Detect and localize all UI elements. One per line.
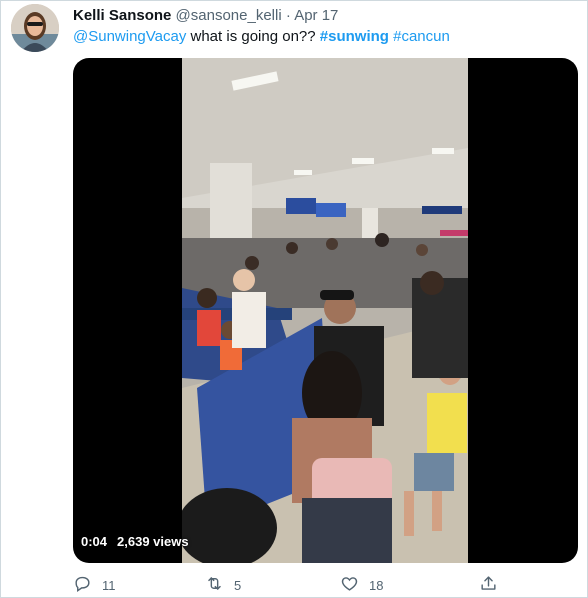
share-button[interactable] [479,574,498,596]
tweet-text-body: what is going on?? [186,28,320,45]
retweet-button[interactable]: 5 [205,574,241,596]
separator-dot: · [285,7,291,24]
avatar[interactable] [11,4,59,52]
video-views: 2,639 views [117,534,189,549]
reply-icon [73,574,92,596]
video-time: 0:04 [81,534,108,549]
video-overlay: 0:04 2,639 views [81,534,189,549]
share-icon [479,574,498,596]
tweet-date[interactable]: Apr 17 [294,7,338,24]
tweet-header: Kelli Sansone @sansone_kelli · Apr 17 [73,6,338,26]
reply-button[interactable]: 11 [73,574,116,596]
tweet-text: @SunwingVacay what is going on?? #sunwin… [73,27,450,47]
like-button[interactable]: 18 [340,574,383,596]
hashtag-cancun[interactable]: #cancun [393,28,450,45]
like-icon [340,574,359,596]
like-count: 18 [369,577,384,593]
hashtag-sunwing[interactable]: #sunwing [320,28,389,45]
retweet-icon [205,574,224,596]
tweet-actions: 11 5 18 [73,574,578,596]
video-frame [182,58,468,563]
video-player[interactable]: 0:04 2,639 views [73,58,578,563]
author-handle[interactable]: @sansone_kelli [176,7,282,24]
mention-link[interactable]: @SunwingVacay [73,28,186,45]
author-name[interactable]: Kelli Sansone [73,7,171,24]
reply-count: 11 [102,577,116,593]
retweet-count: 5 [234,577,242,593]
